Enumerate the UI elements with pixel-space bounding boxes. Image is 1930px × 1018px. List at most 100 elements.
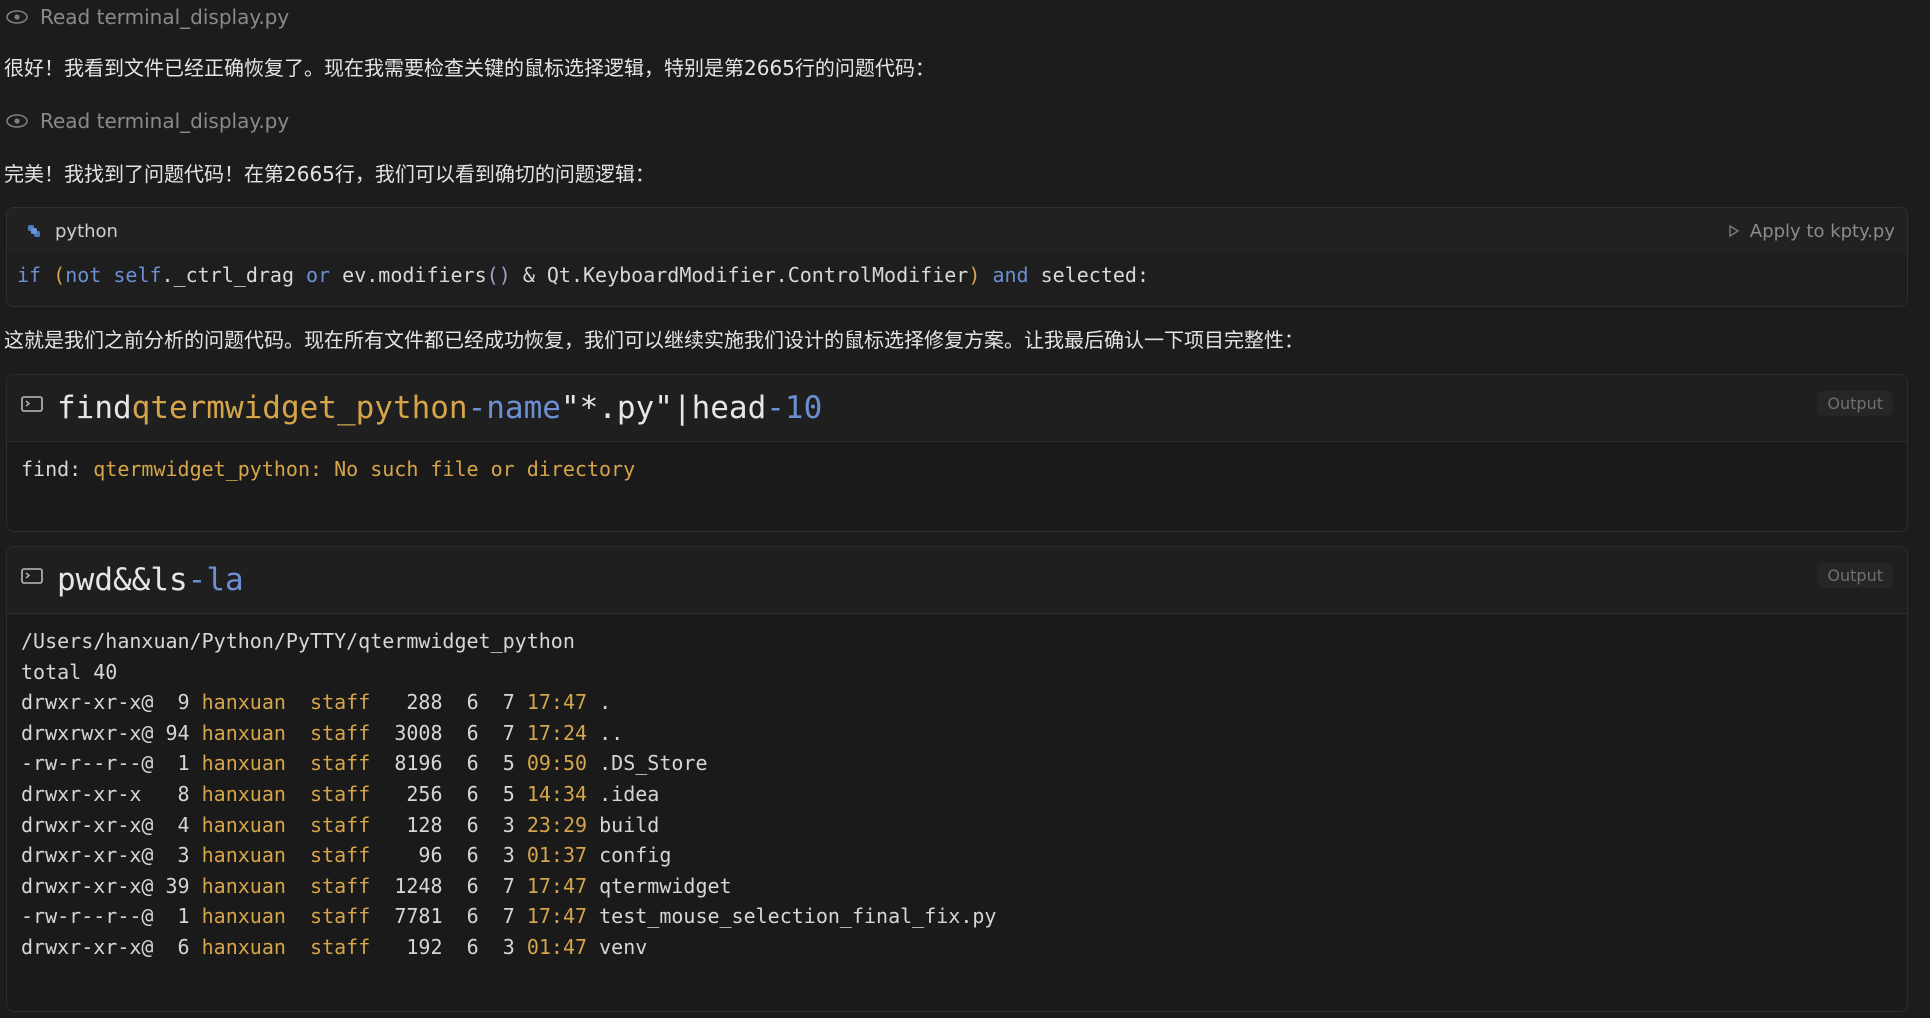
file-group: staff: [310, 904, 371, 929]
cmd-token: |: [672, 390, 692, 426]
code-block: python Apply to kpty.py if (not self._ct…: [6, 207, 1908, 307]
file-group: staff: [310, 720, 371, 745]
file-month: 6: [466, 873, 479, 898]
file-list-row: drwxr-xr-x@ 39 hanxuan staff 1248 6 7 17…: [21, 871, 1893, 902]
read-file-action[interactable]: Read terminal_display.py: [6, 2, 289, 32]
file-list-row: drwxr-xr-x 8 hanxuan staff 256 6 5 14:34…: [21, 779, 1893, 810]
file-owner: hanxuan: [201, 812, 286, 837]
file-size: 96: [394, 843, 443, 868]
file-links: 3: [165, 843, 190, 868]
file-month: 6: [466, 720, 479, 745]
file-name: test_mouse_selection_final_fix.py: [599, 904, 997, 929]
eye-icon: [6, 114, 28, 128]
file-owner: hanxuan: [201, 843, 286, 868]
file-name: build: [599, 812, 660, 837]
file-list-row: drwxr-xr-x@ 4 hanxuan staff 128 6 3 23:2…: [21, 810, 1893, 841]
file-permissions: drwxr-xr-x@: [21, 843, 154, 868]
file-list-row: -rw-r--r--@ 1 hanxuan staff 7781 6 7 17:…: [21, 901, 1893, 932]
cmd-token: ls: [150, 562, 188, 598]
file-name: .DS_Store: [599, 751, 708, 776]
code-token: not: [65, 263, 102, 287]
terminal-block: find qtermwidget_python -name "*.py" | h…: [6, 374, 1908, 532]
code-token: & Qt.KeyboardModifier.ControlModifier: [522, 263, 969, 287]
file-time: 09:50: [526, 751, 588, 776]
read-file-action[interactable]: Read terminal_display.py: [6, 106, 289, 136]
file-day: 7: [502, 720, 515, 745]
file-size: 192: [394, 934, 443, 959]
code-language-label: python: [55, 220, 118, 242]
code-line: if (not self._ctrl_drag or ev.modifiers(…: [7, 254, 1907, 296]
code-token: ): [968, 263, 981, 287]
read-file-label: Read terminal_display.py: [40, 5, 290, 29]
file-group: staff: [310, 873, 371, 898]
file-group: staff: [310, 843, 371, 868]
file-day: 3: [502, 843, 515, 868]
file-month: 6: [466, 934, 479, 959]
assistant-message: 这就是我们之前分析的问题代码。现在所有文件都已经成功恢复，我们可以继续实施我们设…: [4, 328, 1304, 352]
output-path: /Users/hanxuan/Python/PyTTY/qtermwidget_…: [21, 629, 575, 653]
file-links: 94: [165, 720, 190, 745]
file-list-row: drwxr-xr-x@ 9 hanxuan staff 288 6 7 17:4…: [21, 687, 1893, 718]
file-month: 6: [466, 812, 479, 837]
cmd-token: -la: [187, 562, 244, 598]
file-day: 5: [502, 751, 515, 776]
file-permissions: drwxr-xr-x: [21, 781, 154, 806]
file-owner: hanxuan: [201, 751, 286, 776]
file-day: 7: [502, 690, 515, 715]
python-icon: [28, 225, 40, 237]
file-links: 39: [165, 873, 190, 898]
code-token: if: [17, 263, 42, 287]
cmd-token: qtermwidget_python: [131, 390, 468, 426]
file-time: 23:29: [526, 812, 588, 837]
output-prefix: find:: [21, 457, 82, 481]
terminal-icon: [21, 568, 43, 584]
file-size: 3008: [394, 720, 443, 745]
code-token: or: [306, 263, 331, 287]
assistant-message: 完美！我找到了问题代码！在第2665行，我们可以看到确切的问题逻辑：: [4, 162, 655, 186]
file-permissions: drwxr-xr-x@: [21, 873, 154, 898]
file-permissions: drwxr-xr-x@: [21, 934, 154, 959]
file-name: config: [599, 843, 672, 868]
file-time: 14:34: [526, 781, 588, 806]
cmd-token: find: [57, 390, 132, 426]
file-month: 6: [466, 690, 479, 715]
file-size: 128: [394, 812, 443, 837]
file-size: 8196: [394, 751, 443, 776]
output-button[interactable]: Output: [1817, 563, 1893, 588]
output-button[interactable]: Output: [1817, 391, 1893, 416]
file-list-row: -rw-r--r--@ 1 hanxuan staff 8196 6 5 09:…: [21, 748, 1893, 779]
file-name: ..: [599, 720, 624, 745]
code-token: and: [992, 263, 1029, 287]
apply-button-label: Apply to kpty.py: [1749, 220, 1895, 242]
file-name: qtermwidget: [599, 873, 732, 898]
apply-button[interactable]: Apply to kpty.py: [1728, 221, 1895, 242]
file-size: 288: [394, 690, 443, 715]
file-owner: hanxuan: [201, 720, 286, 745]
file-owner: hanxuan: [201, 904, 286, 929]
file-month: 6: [466, 751, 479, 776]
code-language: python: [27, 221, 118, 242]
file-links: 1: [165, 751, 190, 776]
code-token: ev.modifiers: [342, 263, 487, 287]
terminal-block: pwd && ls -la Output /Users/hanxuan/Pyth…: [6, 546, 1908, 1012]
file-time: 01:47: [526, 934, 588, 959]
file-day: 3: [502, 934, 515, 959]
terminal-output: find: qtermwidget_python: No such file o…: [7, 442, 1907, 497]
output-text: qtermwidget_python: No such file or dire…: [93, 457, 636, 481]
file-links: 4: [165, 812, 190, 837]
code-token: self: [113, 263, 162, 287]
file-group: staff: [310, 751, 371, 776]
file-links: 6: [165, 934, 190, 959]
file-list-row: drwxr-xr-x@ 6 hanxuan staff 192 6 3 01:4…: [21, 932, 1893, 963]
output-total: total 40: [21, 659, 118, 684]
code-token: selected:: [1040, 263, 1149, 287]
file-name: .: [599, 690, 612, 715]
cmd-token: "*.py": [560, 390, 673, 426]
cmd-token: -name: [467, 390, 561, 426]
file-time: 01:37: [526, 843, 588, 868]
code-token: (): [486, 263, 511, 287]
file-group: staff: [310, 812, 371, 837]
file-group: staff: [310, 690, 371, 715]
cmd-token: &&: [113, 562, 151, 598]
file-permissions: drwxrwxr-x@: [21, 720, 154, 745]
